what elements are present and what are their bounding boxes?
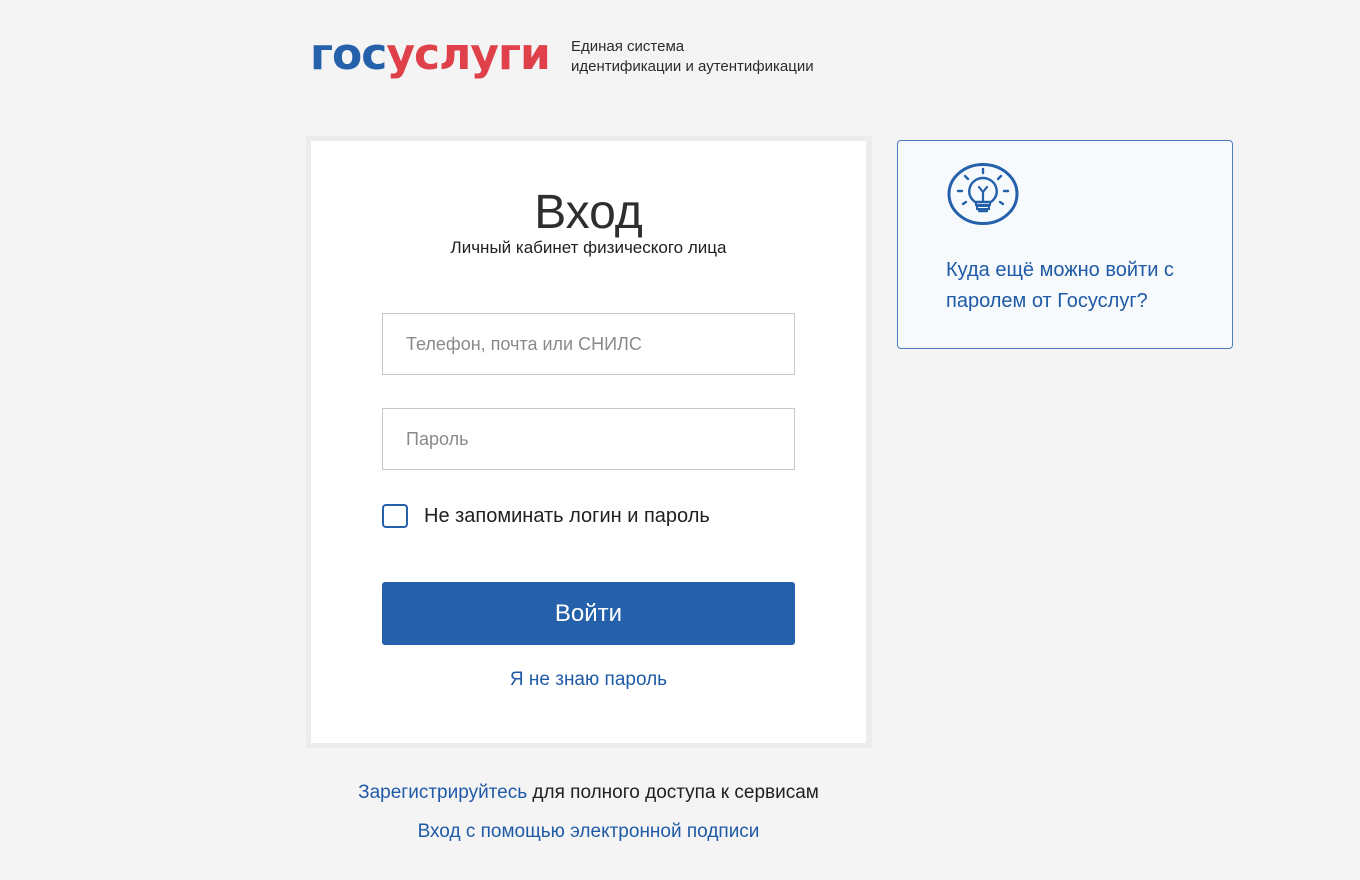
remember-checkbox[interactable] bbox=[382, 504, 408, 528]
page-title: Вход bbox=[534, 186, 643, 239]
tagline-line2: идентификации и аутентификации bbox=[571, 58, 814, 75]
password-input[interactable] bbox=[383, 409, 794, 469]
tagline-line1: Единая система bbox=[571, 38, 685, 55]
register-row: Зарегистрируйтесь для полного доступа к … bbox=[0, 781, 1177, 805]
password-field bbox=[382, 408, 795, 470]
logo-part-uslugi: услуги bbox=[386, 29, 550, 80]
page-subtitle: Личный кабинет физического лица bbox=[450, 238, 727, 257]
esign-login-link[interactable]: Вход с помощью электронной подписи bbox=[0, 820, 1177, 844]
login-input[interactable] bbox=[383, 314, 794, 374]
login-page: госуслуги Единая система идентификации и… bbox=[0, 0, 1360, 880]
where-else-login-link[interactable]: Куда ещё можно войти с паролем от Госусл… bbox=[946, 255, 1226, 317]
login-button[interactable]: Войти bbox=[382, 582, 795, 645]
remember-row: Не запоминать логин и пароль bbox=[382, 502, 710, 530]
lightbulb-icon bbox=[947, 163, 1019, 225]
register-link[interactable]: Зарегистрируйтесь bbox=[358, 782, 527, 803]
remember-label[interactable]: Не запоминать логин и пароль bbox=[424, 505, 710, 528]
info-card: Куда ещё можно войти с паролем от Госусл… bbox=[897, 140, 1233, 349]
logo-part-gos: гос bbox=[310, 29, 387, 80]
login-field bbox=[382, 313, 795, 375]
register-rest-text: для полного доступа к сервисам bbox=[527, 782, 819, 803]
login-card: Вход Личный кабинет физического лица Не … bbox=[311, 141, 866, 743]
gosuslugi-logo[interactable]: госуслуги bbox=[310, 29, 551, 80]
header-tagline: Единая система идентификации и аутентифи… bbox=[571, 37, 814, 77]
forgot-password-link[interactable]: Я не знаю пароль bbox=[311, 669, 866, 691]
